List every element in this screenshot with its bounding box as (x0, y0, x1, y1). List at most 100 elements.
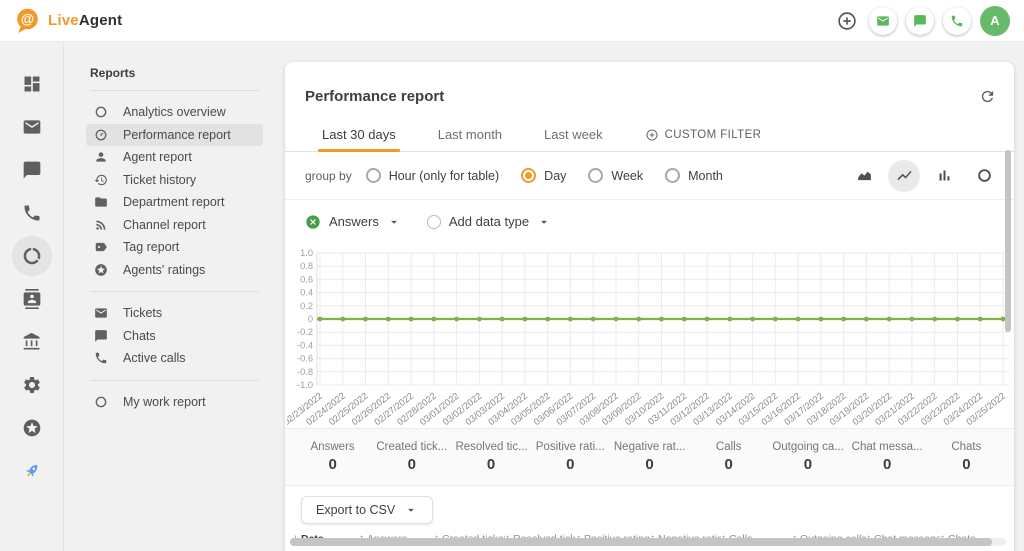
reports-sidebar: Reports Analytics overviewPerformance re… (64, 42, 285, 551)
tab-last-30-days[interactable]: Last 30 days (320, 125, 398, 151)
refresh-button[interactable] (979, 88, 996, 105)
performance-chart: 1.00.80.60.40.20-0.2-0.4-0.6-0.8-1.002/2… (285, 243, 1014, 428)
add-data-type-circle-icon (427, 215, 441, 229)
new-chat-button[interactable] (906, 7, 934, 35)
chart-type-switcher (848, 160, 1000, 192)
rail-dashboard-bubble (12, 64, 52, 104)
sidebar-item-chats[interactable]: Chats (86, 325, 263, 348)
rail-star-button[interactable] (0, 406, 64, 449)
svg-text:-0.4: -0.4 (297, 340, 313, 350)
rail-dashboard-button[interactable] (0, 62, 64, 105)
sidebar-item-active-calls[interactable]: Active calls (86, 347, 263, 370)
performance-report-card: Performance report Last 30 daysLast mont… (285, 62, 1014, 551)
phone-icon (94, 351, 108, 365)
stat-chats: Chats0 (927, 441, 1006, 473)
rail-star-bubble (12, 408, 52, 448)
data-usage-icon (22, 246, 42, 266)
sidebar-item-my-work-report[interactable]: My work report (86, 391, 263, 414)
rail-calls-button[interactable] (0, 191, 64, 234)
rail-chats-bubble (12, 150, 52, 190)
horizontal-scrollbar-thumb[interactable] (290, 538, 992, 546)
group-by-radio-week[interactable]: Week (588, 168, 643, 183)
sidebar-item-ticket-history[interactable]: Ticket history (86, 169, 263, 192)
history-icon (94, 173, 108, 187)
star-circle-icon (22, 418, 42, 438)
area-chart-button[interactable] (848, 160, 880, 192)
series-answers-dropdown[interactable]: Answers (305, 214, 401, 230)
line-chart-button[interactable] (888, 160, 920, 192)
donut-chart-button[interactable] (968, 160, 1000, 192)
sidebar-item-tag-report[interactable]: Tag report (86, 236, 263, 259)
stat-value: 0 (455, 456, 526, 473)
sidebar-item-tickets[interactable]: Tickets (86, 302, 263, 325)
group-by-label: group by (305, 169, 352, 183)
new-ticket-button[interactable] (869, 7, 897, 35)
rail-settings-button[interactable] (0, 363, 64, 406)
create-new-button[interactable] (834, 8, 860, 34)
stat-created-tick-: Created tick...0 (372, 441, 451, 473)
rail-chats-button[interactable] (0, 148, 64, 191)
radio-circle-icon (366, 168, 381, 183)
radio-label: Week (611, 169, 643, 183)
chat-icon (22, 160, 42, 180)
sidebar-item-performance-report[interactable]: Performance report (86, 124, 263, 147)
rail-reports-bubble (12, 236, 52, 276)
rail-tickets-button[interactable] (0, 105, 64, 148)
series-controls: Answers Add data type (285, 200, 1014, 243)
email-icon (22, 117, 42, 137)
sidebar-item-channel-report[interactable]: Channel report (86, 214, 263, 237)
horizontal-scrollbar[interactable] (290, 538, 1006, 546)
liveagent-logo-icon: @ (14, 7, 41, 34)
vertical-scrollbar[interactable] (1005, 150, 1011, 332)
sidebar-item-label: Agents' ratings (123, 263, 205, 277)
stat-resolved-tic-: Resolved tic...0 (451, 441, 530, 473)
tab-last-month[interactable]: Last month (436, 125, 504, 151)
chat-icon (913, 14, 927, 28)
line-icon (896, 167, 913, 184)
folder-icon (94, 195, 108, 209)
tab-label: Last week (544, 127, 603, 142)
sidebar-item-label: Active calls (123, 351, 186, 365)
brand-live: Live (48, 12, 79, 29)
rail-reports-button[interactable] (0, 234, 64, 277)
svg-text:0.6: 0.6 (300, 274, 313, 284)
stat-label: Chat messa... (852, 441, 923, 453)
stat-calls: Calls0 (689, 441, 768, 473)
remove-series-icon[interactable] (305, 214, 321, 230)
sidebar-item-agents-ratings[interactable]: Agents' ratings (86, 259, 263, 282)
radio-label: Month (688, 169, 723, 183)
rail-bank-button[interactable] (0, 320, 64, 363)
tab-label: Last month (438, 127, 502, 142)
rail-bank-bubble (12, 322, 52, 362)
bar-chart-button[interactable] (928, 160, 960, 192)
rail-rocket-button[interactable] (0, 449, 64, 492)
rocket-icon (22, 461, 42, 481)
stat-positive-rati-: Positive rati...0 (531, 441, 610, 473)
topbar: @ LiveAgent A (0, 0, 1024, 42)
add-data-type-dropdown[interactable]: Add data type (427, 214, 551, 229)
stat-chat-messa-: Chat messa...0 (848, 441, 927, 473)
stat-label: Negative rat... (614, 441, 685, 453)
tab-last-week[interactable]: Last week (542, 125, 605, 151)
svg-text:-1.0: -1.0 (297, 380, 313, 390)
export-csv-button[interactable]: Export to CSV (301, 496, 433, 524)
gear-icon (22, 375, 42, 395)
group-by-radio-hour-only-for-table-[interactable]: Hour (only for table) (366, 168, 499, 183)
sidebar-item-analytics-overview[interactable]: Analytics overview (86, 101, 263, 124)
circle-icon (94, 395, 108, 409)
brand-logo[interactable]: @ LiveAgent (14, 7, 122, 34)
rail-contacts-button[interactable] (0, 277, 64, 320)
group-by-radio-day[interactable]: Day (521, 168, 566, 183)
date-range-tabs: Last 30 days Last month Last week CUSTOM FI… (285, 125, 1014, 152)
avatar[interactable]: A (980, 6, 1010, 36)
sidebar-item-department-report[interactable]: Department report (86, 191, 263, 214)
summary-stats-row: Answers0Created tick...0Resolved tic...0… (285, 428, 1014, 486)
refresh-icon (979, 88, 996, 105)
svg-text:0.4: 0.4 (300, 288, 313, 298)
group-by-radio-month[interactable]: Month (665, 168, 723, 183)
rail-settings-bubble (12, 365, 52, 405)
phone-icon (950, 14, 964, 28)
tab-custom-filter[interactable]: CUSTOM FILTER (643, 125, 764, 151)
new-call-button[interactable] (943, 7, 971, 35)
sidebar-item-agent-report[interactable]: Agent report (86, 146, 263, 169)
